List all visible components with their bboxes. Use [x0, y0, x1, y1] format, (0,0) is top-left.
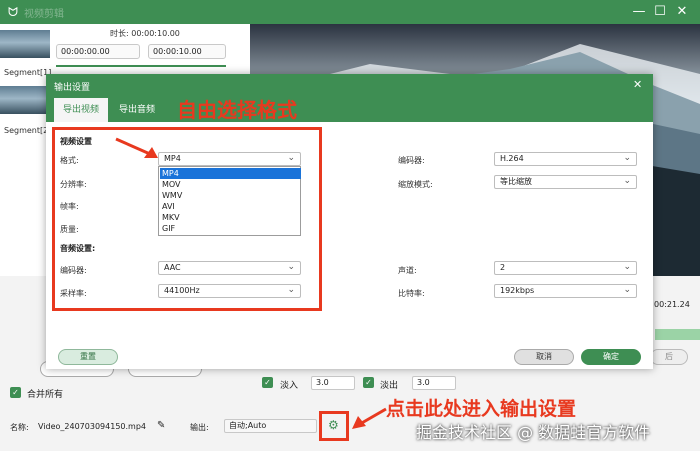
dialog-title: 输出设置 — [54, 83, 91, 93]
zoom-mode-select[interactable]: 等比缩放 ⌄ — [494, 175, 637, 189]
rabbit-icon: ᗢ — [8, 5, 18, 19]
video-encoder-value: H.264 — [500, 154, 524, 163]
bitrate-select[interactable]: 192kbps ⌄ — [494, 284, 637, 298]
merge-all-label: 合并所有 — [27, 390, 64, 400]
annotation-arrow — [352, 407, 387, 429]
fade-in-label: 淡入 — [280, 381, 299, 391]
annotation-click-here: 点击此处进入输出设置 — [386, 398, 577, 420]
fade-out-label: 淡出 — [380, 381, 399, 391]
merge-all-checkbox[interactable]: ✓ — [10, 387, 21, 398]
bitrate-label: 比特率: — [398, 289, 425, 298]
channel-label: 声道: — [398, 266, 417, 275]
video-encoder-label: 编码器: — [398, 156, 425, 165]
minimize-icon[interactable]: — — [630, 3, 648, 21]
name-label: 名称: — [10, 423, 29, 432]
zoom-mode-label: 缩放模式: — [398, 180, 433, 189]
output-select[interactable]: 自动;Auto — [224, 419, 317, 433]
zoom-mode-value: 等比缩放 — [500, 177, 532, 186]
segment-thumbnail[interactable] — [0, 30, 50, 58]
tab-bar: 导出视频 导出音频 — [46, 96, 653, 122]
maximize-icon[interactable]: ☐ — [651, 3, 669, 21]
video-encoder-select[interactable]: H.264 ⌄ — [494, 152, 637, 166]
edit-icon[interactable]: ✎ — [157, 420, 165, 431]
start-time-field[interactable]: 00:00:00.00 — [56, 44, 140, 59]
dialog-header: 输出设置 ✕ — [46, 74, 653, 96]
segment-label: Segment[2] — [4, 126, 52, 135]
settings-highlight-box — [52, 127, 322, 311]
fade-in-input[interactable]: 3.0 — [311, 376, 355, 390]
cancel-button[interactable]: 取消 — [514, 349, 574, 365]
chevron-down-icon: ⌄ — [623, 176, 631, 186]
annotation-free-format: 自由选择格式 — [177, 98, 297, 122]
chevron-down-icon: ⌄ — [623, 285, 631, 295]
channel-select[interactable]: 2 ⌄ — [494, 261, 637, 275]
gear-icon[interactable]: ⚙ — [328, 418, 339, 432]
channel-value: 2 — [500, 263, 506, 272]
name-value: Video_240703094150.mp4 — [38, 422, 146, 431]
output-label: 输出: — [190, 423, 209, 432]
close-icon[interactable]: ✕ — [673, 3, 691, 21]
close-icon[interactable]: ✕ — [633, 78, 642, 91]
annotation-arrow — [115, 137, 158, 158]
segment-label: Segment[1] — [4, 68, 52, 77]
chevron-down-icon: ⌄ — [623, 153, 631, 163]
watermark: 掘金技术社区 @ 数据蛙官方软件 — [416, 423, 651, 442]
tab-export-audio[interactable]: 导出音频 — [110, 98, 164, 122]
duration-label: 时长: 00:00:10.00 — [110, 29, 180, 38]
fade-out-checkbox[interactable]: ✓ — [363, 377, 374, 388]
partial-button[interactable]: 后 — [650, 349, 688, 365]
segment-thumbnail[interactable] — [0, 86, 50, 114]
time-readout: 00:21.24 — [654, 300, 690, 309]
chevron-down-icon: ⌄ — [623, 262, 631, 272]
green-bar — [655, 329, 700, 340]
bitrate-value: 192kbps — [500, 286, 535, 295]
title-bar: ᗢ 视频剪辑 — ☐ ✕ — [0, 0, 700, 24]
reset-button[interactable]: 重置 — [58, 349, 118, 365]
ok-button[interactable]: 确定 — [581, 349, 641, 365]
fade-in-checkbox[interactable]: ✓ — [262, 377, 273, 388]
end-time-field[interactable]: 00:00:10.00 — [148, 44, 226, 59]
segment-progress-line — [56, 65, 226, 67]
fade-out-input[interactable]: 3.0 — [412, 376, 456, 390]
app-title: 视频剪辑 — [24, 9, 64, 20]
tab-export-video[interactable]: 导出视频 — [54, 98, 108, 122]
output-settings-dialog: 输出设置 ✕ 导出视频 导出音频 视频设置 格式: MP4 ⌄ 分辨率: 帧率: … — [46, 74, 653, 369]
